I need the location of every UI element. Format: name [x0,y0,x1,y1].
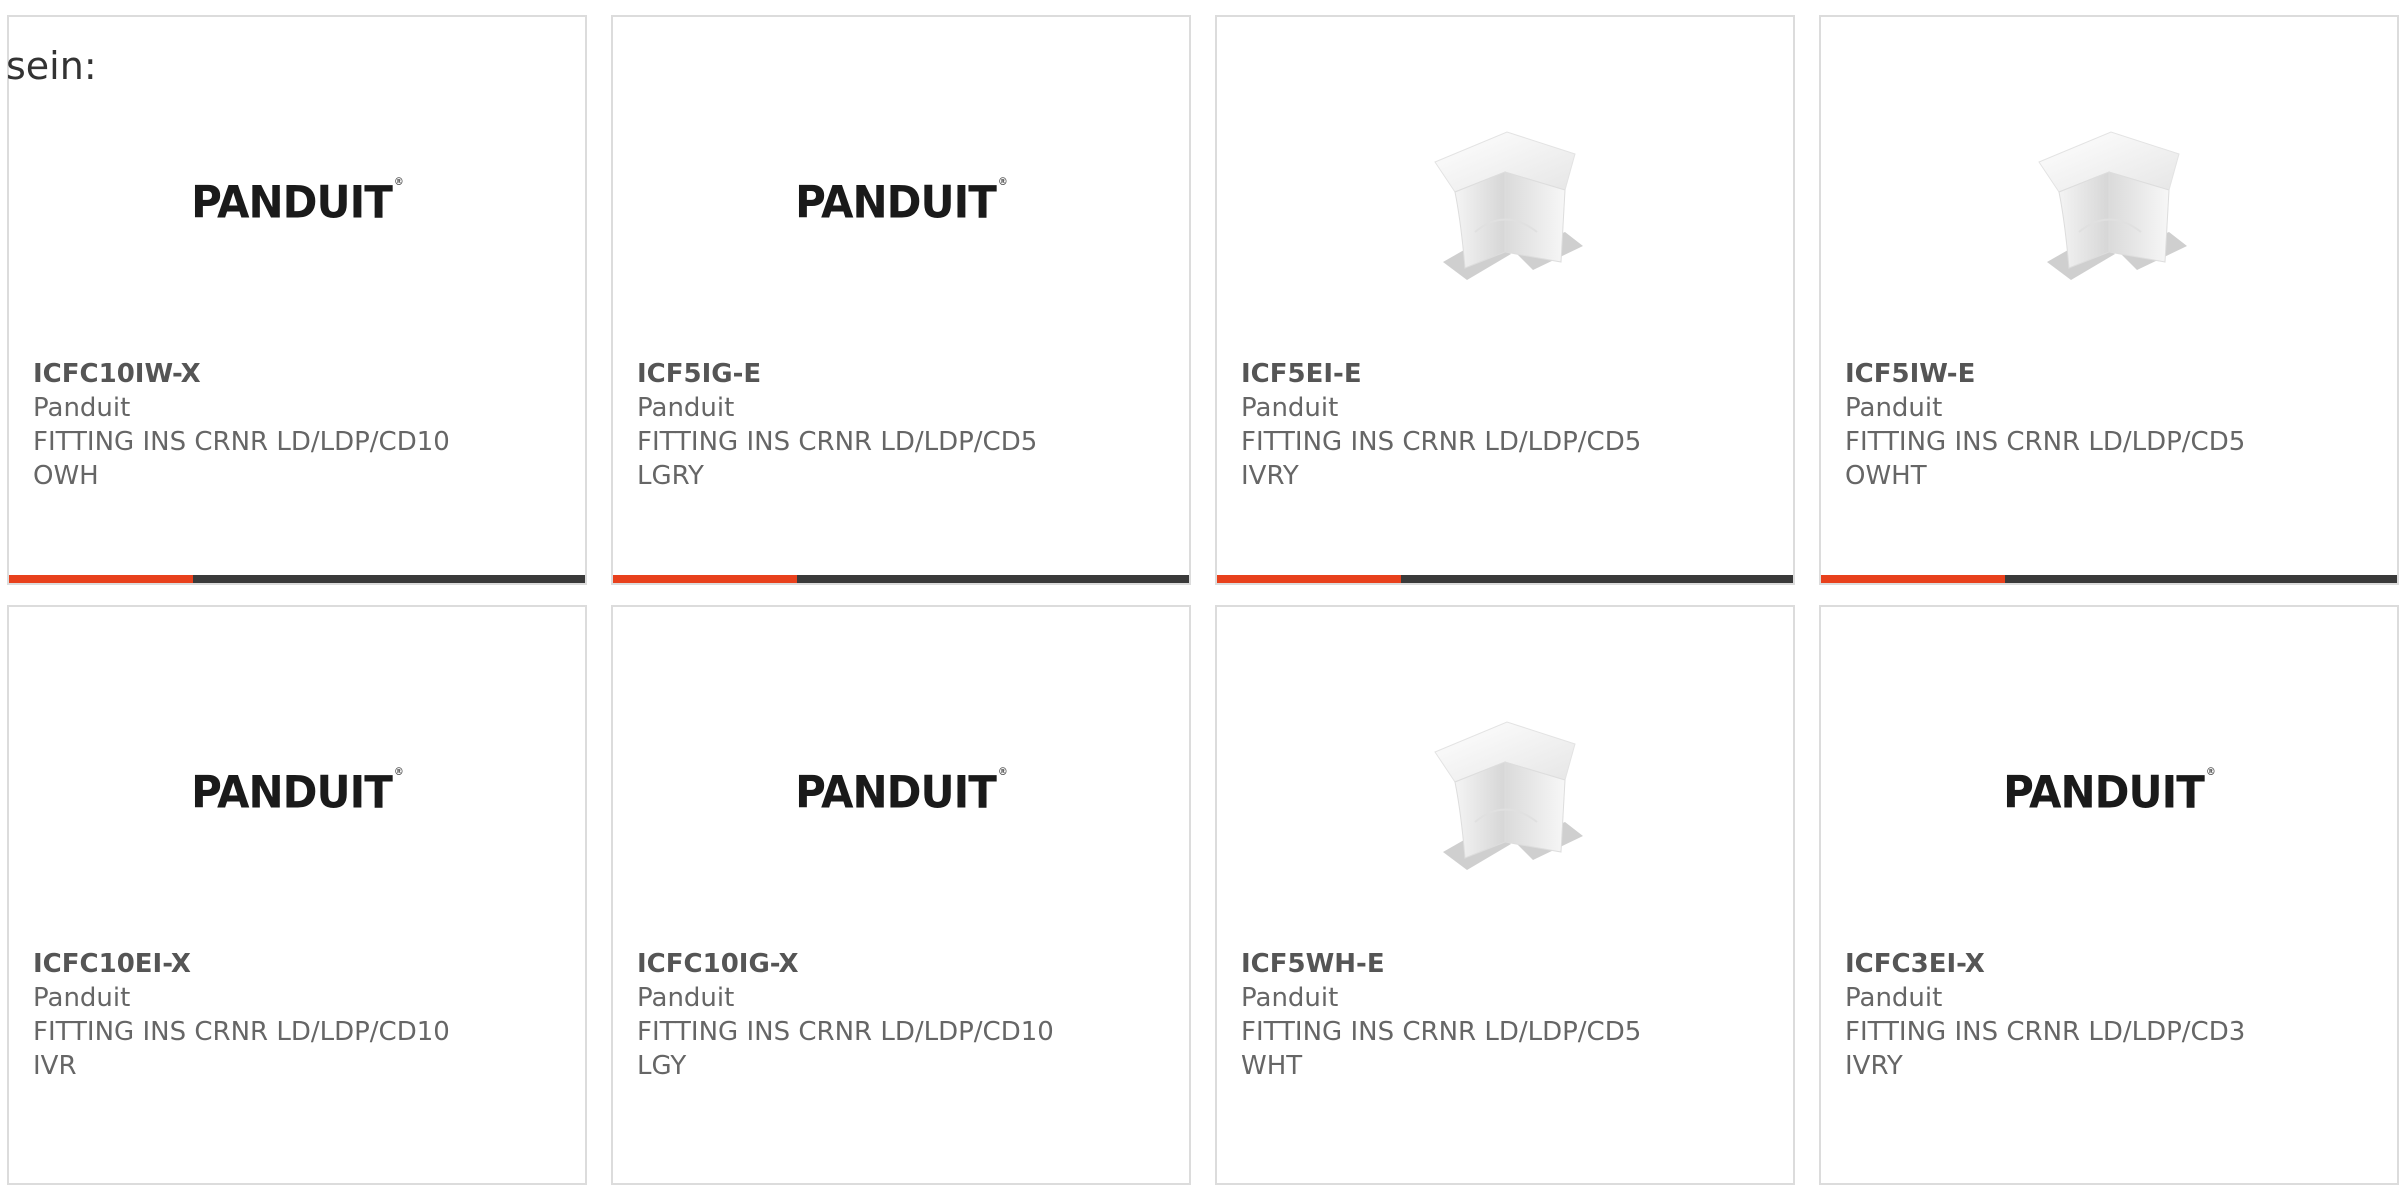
product-image[interactable] [1217,77,1793,327]
product-image[interactable] [1217,667,1793,917]
product-sku[interactable]: ICF5WH-E [1241,947,1641,981]
product-description-line1: FITTING INS CRNR LD/LDP/CD10 [33,427,450,457]
product-description-line2: IVRY [1845,1051,1903,1081]
panduit-logo: PANDUIT ® [191,766,404,818]
product-description-line1: FITTING INS CRNR LD/LDP/CD10 [637,1017,1054,1047]
panduit-logo: PANDUIT ® [795,176,1008,228]
panduit-logo: PANDUIT ® [2003,766,2216,818]
card-accent-bar [1217,575,1401,583]
logo-text: PANDUIT [2003,766,2205,818]
corner-fitting-image [2038,131,2187,280]
logo-text: PANDUIT [191,176,393,228]
product-sku[interactable]: ICFC10EI-X [33,947,450,981]
logo-text: PANDUIT [795,766,997,818]
product-sku[interactable]: ICFC10IW-X [33,357,450,391]
product-description-line2: IVRY [1241,461,1299,491]
product-image[interactable]: PANDUIT ® [613,667,1189,917]
product-info: ICFC10EI-X Panduit FITTING INS CRNR LD/L… [33,947,450,1083]
logo-text: PANDUIT [191,766,393,818]
registered-mark-icon: ® [393,766,404,778]
product-info: ICF5EI-E Panduit FITTING INS CRNR LD/LDP… [1241,357,1641,493]
card-accent-bar [1821,575,2005,583]
product-image[interactable]: PANDUIT ® [9,77,585,327]
product-description-line1: FITTING INS CRNR LD/LDP/CD5 [637,427,1038,457]
registered-mark-icon: ® [997,766,1008,778]
product-card[interactable]: PANDUIT ® ICFC3EI-X Panduit FITTING INS C… [1819,605,2399,1185]
product-image[interactable]: PANDUIT ® [9,667,585,917]
card-bottom-bar [1821,575,2397,583]
product-card[interactable]: PANDUIT ® ICFC10IW-X Panduit FITTING INS … [7,15,587,585]
product-description-line1: FITTING INS CRNR LD/LDP/CD10 [33,1017,450,1047]
product-info: ICFC10IW-X Panduit FITTING INS CRNR LD/L… [33,357,450,493]
product-description-line1: FITTING INS CRNR LD/LDP/CD5 [1241,427,1642,457]
product-description-line2: LGY [637,1051,687,1081]
product-description-line2: LGRY [637,461,704,491]
intro-text: sein: [6,44,97,88]
product-brand: Panduit [637,983,735,1013]
product-description-line2: OWH [33,461,99,491]
product-sku[interactable]: ICF5IG-E [637,357,1037,391]
product-brand: Panduit [33,983,131,1013]
product-description-line1: FITTING INS CRNR LD/LDP/CD5 [1845,427,2246,457]
corner-fitting-image [1434,721,1583,870]
product-info: ICF5IW-E Panduit FITTING INS CRNR LD/LDP… [1845,357,2245,493]
product-card[interactable]: ICF5EI-E Panduit FITTING INS CRNR LD/LDP… [1215,15,1795,585]
product-brand: Panduit [1845,393,1943,423]
product-description-line2: WHT [1241,1051,1303,1081]
product-brand: Panduit [637,393,735,423]
product-sku[interactable]: ICFC3EI-X [1845,947,2245,981]
product-description-line2: OWHT [1845,461,1927,491]
registered-mark-icon: ® [393,176,404,188]
product-info: ICFC10IG-X Panduit FITTING INS CRNR LD/L… [637,947,1054,1083]
product-brand: Panduit [33,393,131,423]
card-accent-bar [9,575,193,583]
product-card[interactable]: PANDUIT ® ICFC10IG-X Panduit FITTING INS … [611,605,1191,1185]
product-card[interactable]: ICF5WH-E Panduit FITTING INS CRNR LD/LDP… [1215,605,1795,1185]
card-bottom-bar [613,575,1189,583]
product-sku[interactable]: ICFC10IG-X [637,947,1054,981]
corner-fitting-image [1434,131,1583,280]
product-brand: Panduit [1241,393,1339,423]
product-brand: Panduit [1241,983,1339,1013]
product-image[interactable]: PANDUIT ® [1821,667,2397,917]
panduit-logo: PANDUIT ® [191,176,404,228]
product-info: ICF5WH-E Panduit FITTING INS CRNR LD/LDP… [1241,947,1641,1083]
product-card[interactable]: PANDUIT ® ICFC10EI-X Panduit FITTING INS … [7,605,587,1185]
logo-text: PANDUIT [795,176,997,228]
card-accent-bar [613,575,797,583]
product-card[interactable]: ICF5IW-E Panduit FITTING INS CRNR LD/LDP… [1819,15,2399,585]
product-grid: PANDUIT ® ICFC10IW-X Panduit FITTING INS … [0,0,2400,1185]
product-sku[interactable]: ICF5EI-E [1241,357,1641,391]
card-bottom-bar [9,575,585,583]
panduit-logo: PANDUIT ® [795,766,1008,818]
product-info: ICFC3EI-X Panduit FITTING INS CRNR LD/LD… [1845,947,2245,1083]
product-description-line1: FITTING INS CRNR LD/LDP/CD3 [1845,1017,2246,1047]
product-card[interactable]: PANDUIT ® ICF5IG-E Panduit FITTING INS CR… [611,15,1191,585]
product-image[interactable]: PANDUIT ® [613,77,1189,327]
product-description-line2: IVR [33,1051,77,1081]
registered-mark-icon: ® [2205,766,2216,778]
card-bottom-bar [1217,575,1793,583]
product-description-line1: FITTING INS CRNR LD/LDP/CD5 [1241,1017,1642,1047]
product-image[interactable] [1821,77,2397,327]
product-sku[interactable]: ICF5IW-E [1845,357,2245,391]
product-brand: Panduit [1845,983,1943,1013]
product-info: ICF5IG-E Panduit FITTING INS CRNR LD/LDP… [637,357,1037,493]
registered-mark-icon: ® [997,176,1008,188]
